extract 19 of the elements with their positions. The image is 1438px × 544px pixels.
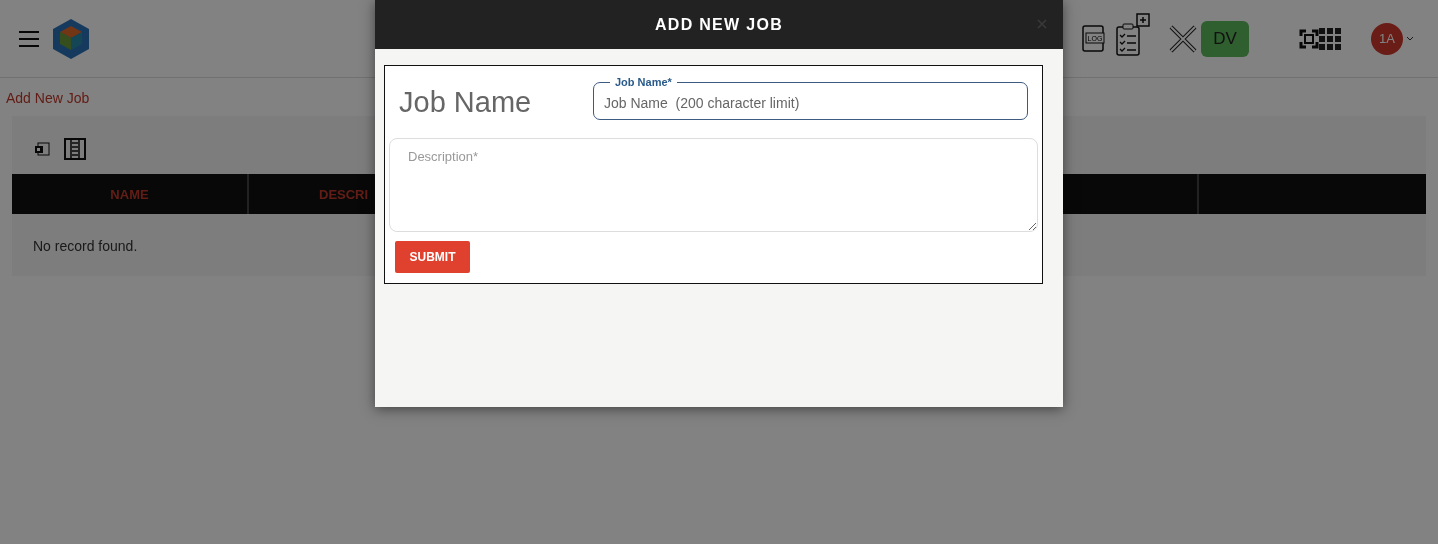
modal-title: ADD NEW JOB	[654, 15, 784, 34]
cube-logo	[52, 17, 90, 60]
description-field[interactable]: Description*	[389, 138, 1038, 232]
clipboard-add-icon[interactable]	[1115, 12, 1151, 57]
export-icon[interactable]	[34, 142, 50, 156]
form-heading: Job Name	[399, 85, 533, 119]
columns-icon[interactable]	[64, 138, 86, 160]
fullscreen-icon[interactable]	[1299, 28, 1319, 49]
submit-button[interactable]: SUBMIT	[395, 241, 470, 273]
caret-icon[interactable]	[1406, 36, 1414, 41]
empty-message: No record found.	[33, 238, 138, 254]
apps-grid-icon[interactable]	[1319, 27, 1341, 50]
user-avatar[interactable]: 1A	[1371, 22, 1403, 55]
job-name-field[interactable]: Job Name* Job Name (200 character limit)	[593, 76, 1028, 120]
menu-icon[interactable]	[18, 29, 40, 48]
column-header: NAME	[12, 174, 249, 214]
job-name-input[interactable]: Job Name (200 character limit)	[604, 90, 1017, 115]
user-badge[interactable]: DV	[1201, 20, 1249, 57]
breadcrumb-link[interactable]: Add New Job	[6, 90, 90, 106]
